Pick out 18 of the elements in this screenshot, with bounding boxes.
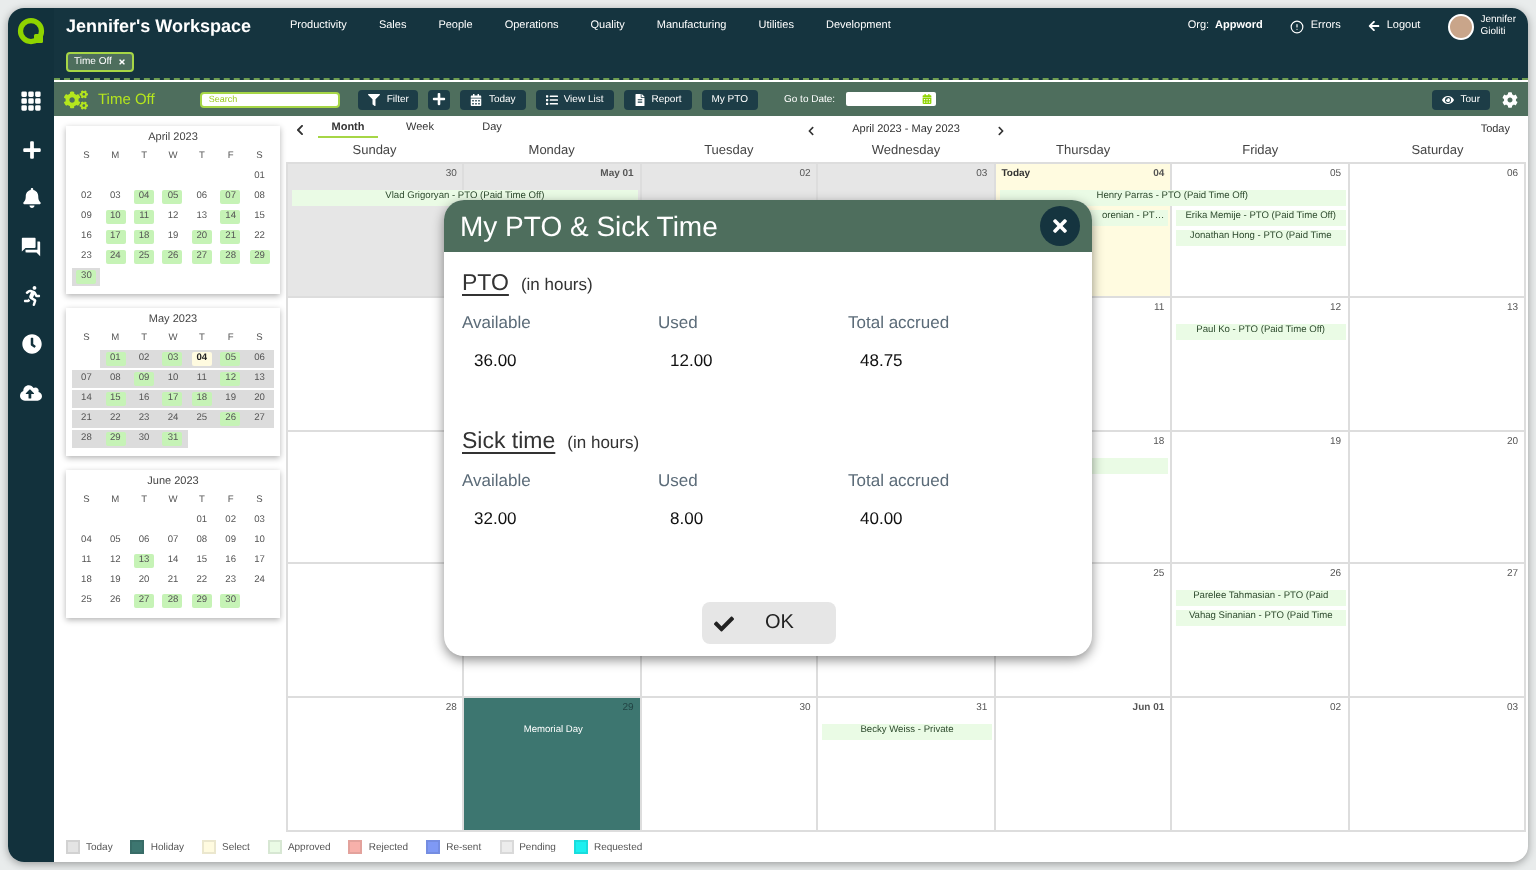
section-title: Sick time <box>462 430 556 454</box>
stat-label: Used <box>658 312 700 332</box>
section-title: PTO <box>462 272 509 296</box>
stat-value: 40.00 <box>858 508 905 528</box>
stat-value: 32.00 <box>472 508 519 528</box>
stat-label: Total accrued <box>848 312 952 332</box>
stat-label: Used <box>658 470 700 490</box>
stat-value: 48.75 <box>858 350 905 370</box>
unit-label: (in hours) <box>567 432 640 452</box>
stat-label: Total accrued <box>848 470 952 490</box>
stat-value: 36.00 <box>472 350 519 370</box>
stat-label: Available <box>462 312 533 332</box>
workspace-title: Jennifer's Workspace <box>66 16 254 36</box>
stat-value: 8.00 <box>668 508 706 528</box>
stat-label: Available <box>462 470 533 490</box>
stat-value: 12.00 <box>668 350 715 370</box>
dialog-title: My PTO & Sick Time <box>460 210 718 242</box>
unit-label: (in hours) <box>520 274 593 294</box>
